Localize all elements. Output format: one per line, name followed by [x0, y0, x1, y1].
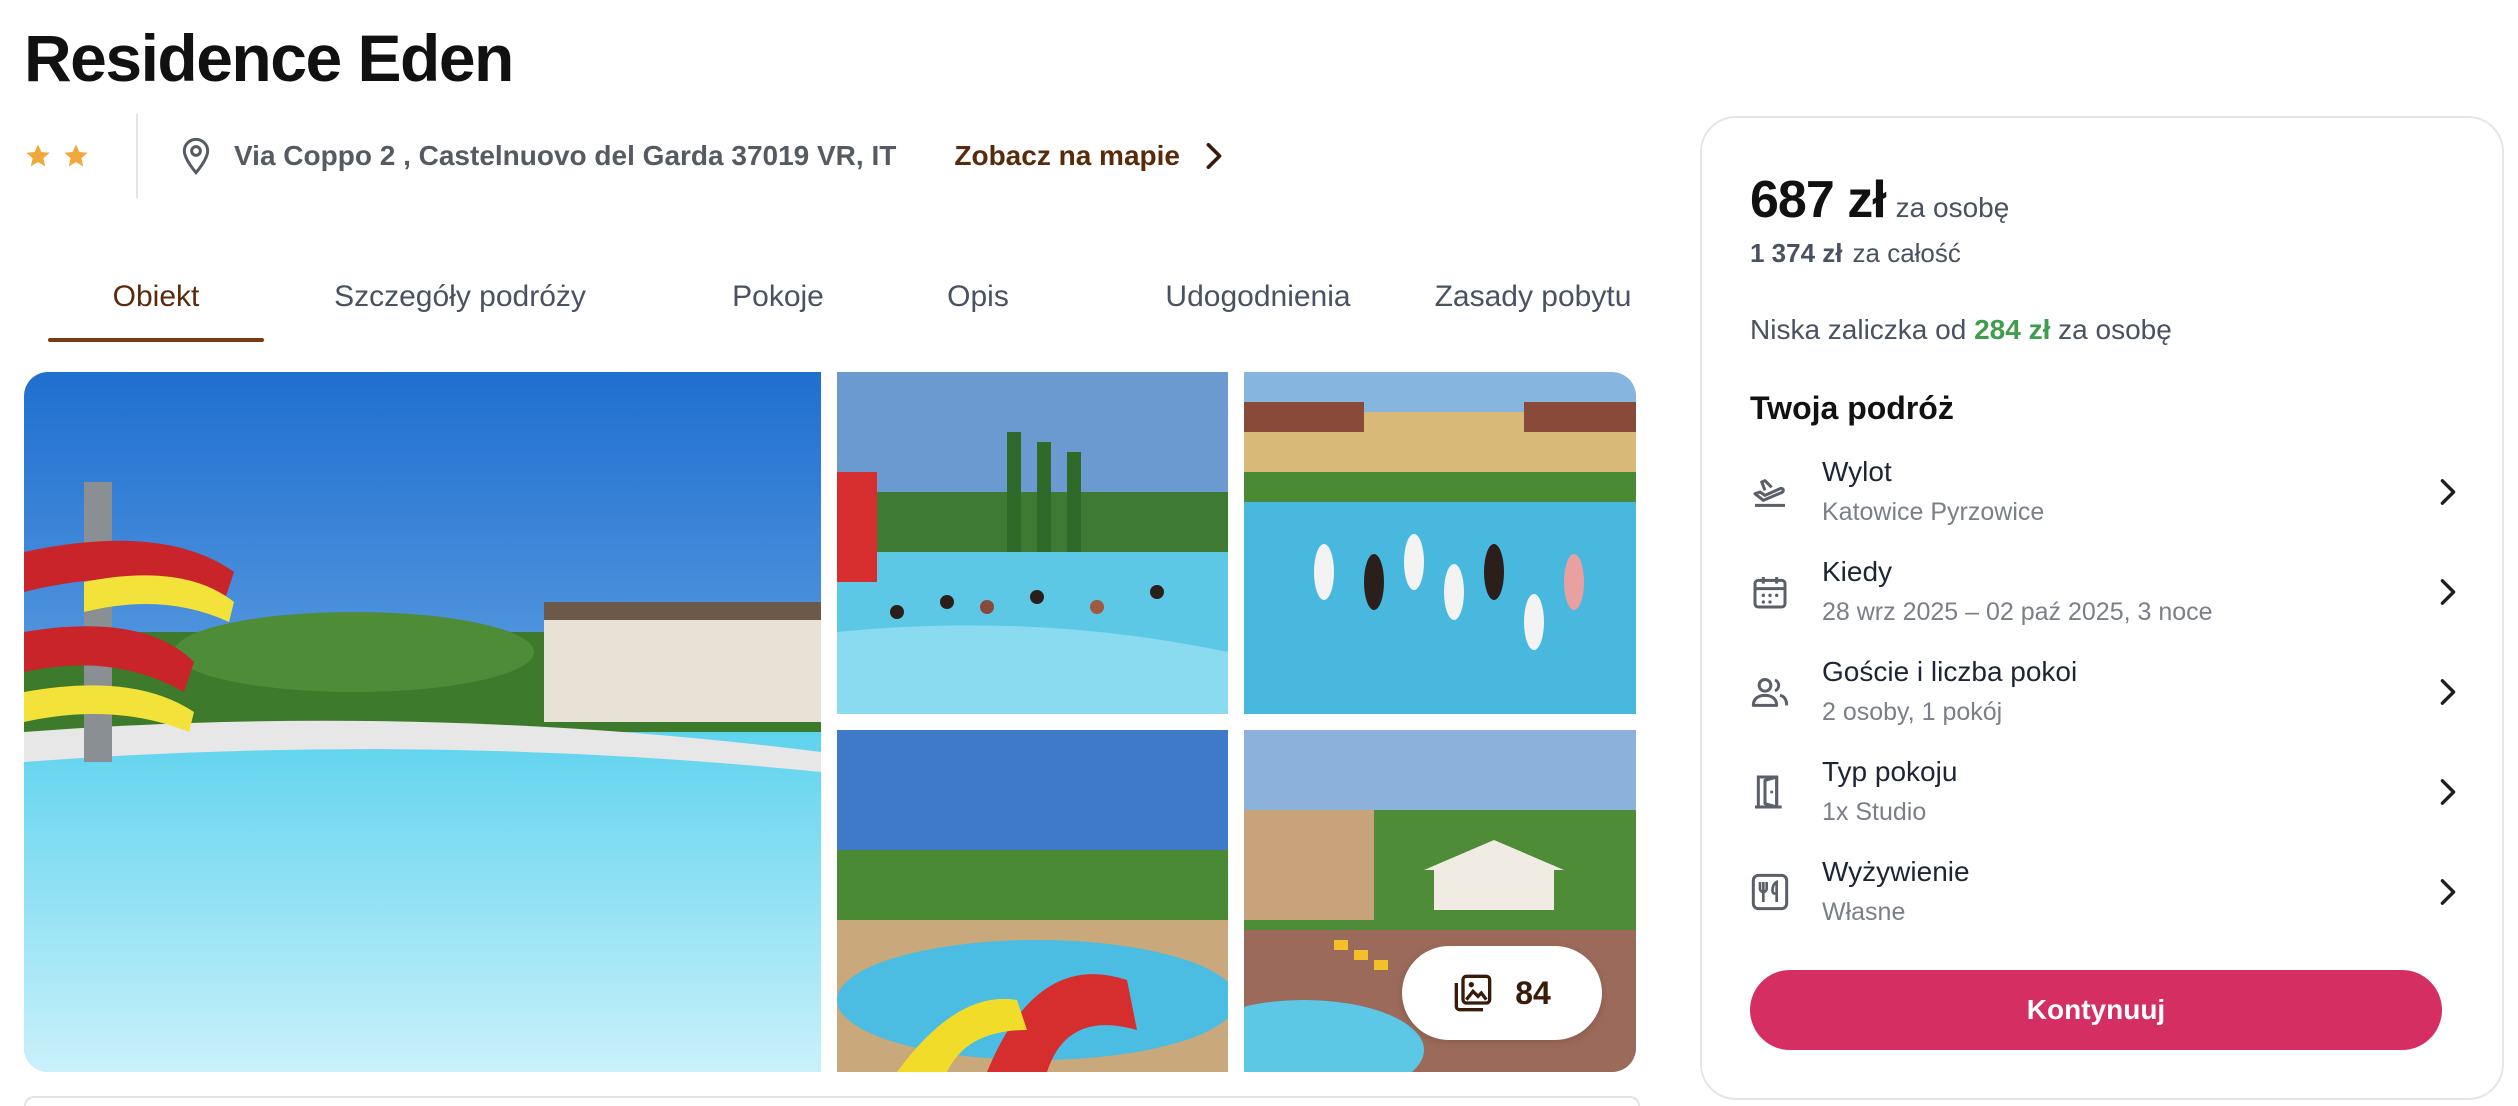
- trip-row-value: 1x Studio: [1822, 798, 1927, 826]
- gallery-photo-main[interactable]: [24, 372, 821, 1072]
- tab-label: Zasady pobytu: [1434, 280, 1632, 313]
- calendar-icon: [1753, 577, 1787, 609]
- trip-row-room-type[interactable]: Typ pokoju 1x Studio: [1750, 756, 2458, 846]
- hotel-address: Via Coppo 2 , Castelnuovo del Garda 3701…: [234, 140, 897, 171]
- trip-row-dates[interactable]: Kiedy 28 wrz 2025 – 02 paź 2025, 3 noce: [1750, 556, 2458, 646]
- chevron-right-icon: [2440, 479, 2456, 505]
- chevron-right-icon: [2440, 779, 2456, 805]
- tab-obiekt[interactable]: Obiekt: [48, 252, 264, 342]
- trip-row-departure[interactable]: Wylot Katowice Pyrzowice: [1750, 456, 2458, 546]
- tab-udogodnienia[interactable]: Udogodnienia: [1098, 252, 1418, 342]
- tab-pokoje[interactable]: Pokoje: [688, 252, 868, 342]
- price-suffix: za osobę: [1895, 192, 2010, 223]
- tab-opis[interactable]: Opis: [908, 252, 1048, 342]
- trip-row-label: Typ pokoju: [1822, 756, 1958, 787]
- chevron-right-icon: [2440, 579, 2456, 605]
- next-section-edge: [24, 1096, 1640, 1106]
- trip-row-value: 28 wrz 2025 – 02 paź 2025, 3 noce: [1822, 598, 2213, 626]
- chevron-right-icon: [2440, 879, 2456, 905]
- photo-gallery: 84: [24, 372, 1636, 1072]
- hotel-title: Residence Eden: [24, 21, 514, 95]
- deposit-amount: 284 zł: [1974, 314, 2051, 345]
- tab-label: Pokoje: [732, 280, 824, 313]
- trip-row-value: Własne: [1822, 898, 1906, 926]
- price-total: 1 374 zł za całość: [1750, 238, 1961, 269]
- total-price-value: 1 374 zł: [1750, 238, 1843, 268]
- section-tabs: Obiekt Szczegóły podróży Pokoje Opis Udo…: [48, 252, 1640, 348]
- active-tab-indicator: [48, 338, 264, 342]
- trip-row-guests[interactable]: Goście i liczba pokoi 2 osoby, 1 pokój: [1750, 656, 2458, 746]
- price-value: 687 zł: [1750, 171, 1887, 229]
- plane-departure-icon: [1753, 479, 1785, 507]
- tab-zasady-pobytu[interactable]: Zasady pobytu: [1418, 252, 1648, 342]
- trip-row-value: 2 osoby, 1 pokój: [1822, 698, 2003, 726]
- tab-szczegoly-podrozy[interactable]: Szczegóły podróży: [300, 252, 620, 342]
- hotel-meta-row: Via Coppo 2 , Castelnuovo del Garda 3701…: [24, 114, 1226, 198]
- trip-row-value: Katowice Pyrzowice: [1822, 498, 2045, 526]
- guests-icon: [1751, 678, 1789, 707]
- trip-row-board[interactable]: Wyżywienie Własne: [1750, 856, 2458, 946]
- gallery-photo-2[interactable]: [837, 372, 1228, 714]
- deposit-info: Niska zaliczka od 284 zł za osobę: [1750, 314, 2172, 346]
- trip-row-label: Kiedy: [1822, 556, 1893, 587]
- trip-row-label: Wyżywienie: [1822, 856, 1970, 887]
- photo-count: 84: [1515, 974, 1551, 1011]
- photo-gallery-icon: [1454, 974, 1492, 1012]
- star-rating: [24, 142, 90, 170]
- trip-section-title: Twoja podróż: [1750, 390, 1954, 426]
- show-all-photos-button[interactable]: 84: [1402, 946, 1602, 1040]
- door-icon: [1755, 775, 1782, 809]
- chevron-right-icon: [2440, 679, 2456, 705]
- continue-button[interactable]: Kontynuuj: [1750, 970, 2442, 1050]
- meta-divider: [136, 114, 138, 198]
- tab-label: Udogodnienia: [1165, 280, 1351, 313]
- cutlery-icon: [1751, 873, 1789, 911]
- view-on-map-link[interactable]: Zobacz na mapie: [954, 140, 1226, 172]
- star-icon: [26, 144, 50, 167]
- tab-label: Szczegóły podróży: [334, 280, 586, 313]
- star-icon: [64, 144, 88, 167]
- location-pin-icon: [182, 137, 210, 175]
- booking-card: 687 zł za osobę 1 374 zł za całość Niska…: [1700, 116, 2504, 1100]
- price-per-person: 687 zł za osobę: [1750, 170, 2009, 230]
- trip-row-label: Wylot: [1822, 456, 1892, 487]
- trip-row-label: Goście i liczba pokoi: [1822, 656, 2078, 687]
- tab-label: Obiekt: [112, 280, 200, 313]
- deposit-prefix: Niska zaliczka od: [1750, 314, 1967, 345]
- chevron-right-icon: [1206, 142, 1222, 170]
- deposit-suffix: za osobę: [2058, 314, 2172, 345]
- gallery-photo-3[interactable]: [1244, 372, 1636, 714]
- gallery-photo-4[interactable]: [837, 730, 1228, 1072]
- view-on-map-label: Zobacz na mapie: [954, 140, 1180, 171]
- tab-label: Opis: [947, 280, 1009, 313]
- total-price-suffix: za całość: [1852, 238, 1961, 268]
